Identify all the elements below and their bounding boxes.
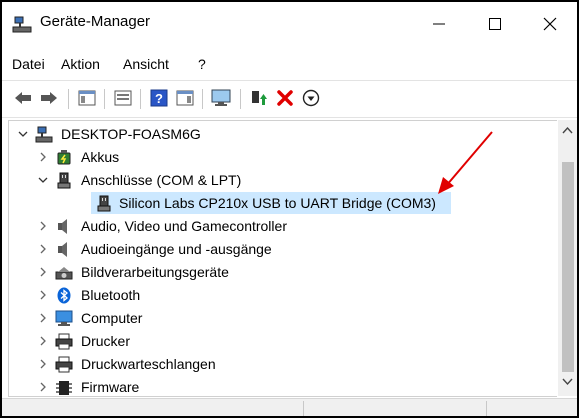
forward-icon — [41, 92, 57, 104]
scan-hardware-button[interactable] — [210, 87, 232, 109]
action-pane-icon — [176, 90, 194, 106]
device-manager-window: Geräte-Manager Datei Aktion Ansicht ? ? … — [0, 0, 579, 418]
status-bar — [2, 398, 577, 416]
tree-item-druckwarteschlangen[interactable]: Druckwarteschlangen — [9, 353, 557, 376]
tree-item-label: Computer — [81, 310, 143, 326]
chevron-down-icon[interactable] — [17, 127, 29, 141]
toolbar-separator — [240, 89, 241, 109]
printer-icon — [55, 333, 73, 350]
scroll-up-icon[interactable] — [562, 126, 573, 134]
show-hide-console-icon — [78, 90, 96, 106]
maximize-icon — [489, 18, 501, 30]
update-driver-icon — [252, 91, 267, 105]
tree-item-label: Druckwarteschlangen — [81, 356, 216, 372]
toolbar: ? — [2, 80, 577, 118]
menu-help[interactable]: ? — [198, 56, 206, 72]
vertical-scrollbar[interactable] — [558, 120, 577, 396]
menu-bar: Datei Aktion Ansicht ? — [2, 50, 577, 80]
scroll-down-icon[interactable] — [562, 378, 573, 386]
chevron-right-icon[interactable] — [37, 334, 49, 348]
back-button[interactable] — [12, 87, 34, 109]
minimize-button[interactable] — [412, 2, 466, 46]
firmware-icon — [56, 381, 72, 395]
tree-item-label: Audioeingänge und -ausgänge — [81, 241, 272, 257]
window-title: Geräte-Manager — [40, 13, 151, 30]
port-icon — [97, 195, 111, 212]
annotation-arrow — [438, 131, 493, 194]
menu-ansicht[interactable]: Ansicht — [123, 56, 169, 72]
close-icon — [543, 17, 557, 31]
menu-datei[interactable]: Datei — [12, 56, 45, 72]
disable-device-icon — [302, 89, 320, 107]
tree-item-label: Bluetooth — [81, 287, 141, 303]
forward-button[interactable] — [38, 87, 60, 109]
title-bar[interactable]: Geräte-Manager — [2, 2, 577, 46]
tree-item-label: Akkus — [81, 149, 120, 165]
close-button[interactable] — [523, 2, 577, 46]
uninstall-device-button[interactable] — [274, 87, 296, 109]
toolbar-separator — [68, 89, 69, 109]
tree-item-drucker[interactable]: Drucker — [9, 330, 557, 353]
computer-icon — [55, 310, 73, 326]
monitor-icon — [211, 89, 231, 106]
tree-item-bluetooth[interactable]: Bluetooth — [9, 284, 557, 307]
disable-device-button[interactable] — [300, 87, 322, 109]
action-pane-button[interactable] — [174, 87, 196, 109]
tree-item-audioeingaenge[interactable]: Audioeingänge und -ausgänge — [9, 238, 557, 261]
menu-aktion[interactable]: Aktion — [61, 56, 100, 72]
printer-icon — [55, 356, 73, 373]
tree-child-label: Silicon Labs CP210x USB to UART Bridge (… — [119, 195, 436, 211]
toolbar-separator — [202, 89, 203, 109]
chevron-right-icon[interactable] — [37, 242, 49, 256]
tree-item-label: Anschlüsse (COM & LPT) — [81, 172, 242, 188]
port-icon — [57, 172, 71, 189]
battery-icon — [57, 150, 71, 165]
back-icon — [15, 92, 31, 104]
chevron-right-icon[interactable] — [37, 311, 49, 325]
maximize-button[interactable] — [468, 2, 522, 46]
status-separator — [486, 401, 487, 416]
properties-button[interactable] — [112, 87, 134, 109]
toolbar-separator — [104, 89, 105, 109]
root-label: DESKTOP-FOASM6G — [61, 126, 201, 142]
speaker-icon — [58, 219, 67, 234]
chevron-right-icon[interactable] — [37, 288, 49, 302]
tree-item-label: Audio, Video und Gamecontroller — [81, 218, 287, 234]
chevron-right-icon[interactable] — [37, 219, 49, 233]
properties-icon — [114, 90, 132, 106]
toolbar-separator — [140, 89, 141, 109]
tree-item-bildverarbeitung[interactable]: Bildverarbeitungsgeräte — [9, 261, 557, 284]
tree-item-label: Firmware — [81, 379, 140, 395]
scrollbar-thumb[interactable] — [562, 162, 574, 372]
speaker-icon — [58, 242, 67, 257]
tree-item-computer[interactable]: Computer — [9, 307, 557, 330]
chevron-right-icon[interactable] — [37, 150, 49, 164]
tree-item-firmware[interactable]: Firmware — [9, 376, 557, 396]
uninstall-icon — [277, 90, 293, 106]
bluetooth-icon — [57, 287, 71, 304]
help-icon: ? — [150, 89, 168, 107]
tree-item-label: Drucker — [81, 333, 131, 349]
computer-root-icon — [35, 126, 53, 143]
chevron-right-icon[interactable] — [37, 380, 49, 394]
camera-icon — [55, 267, 73, 280]
update-driver-button[interactable] — [248, 87, 270, 109]
show-hide-console-button[interactable] — [76, 87, 98, 109]
chevron-right-icon[interactable] — [37, 357, 49, 371]
status-separator — [303, 401, 304, 416]
tree-item-audio-video[interactable]: Audio, Video und Gamecontroller — [9, 215, 557, 238]
minimize-icon — [433, 23, 445, 25]
chevron-down-icon[interactable] — [37, 173, 49, 187]
svg-text:?: ? — [155, 91, 163, 106]
device-manager-app-icon — [12, 16, 32, 33]
help-button[interactable]: ? — [148, 87, 170, 109]
tree-item-label: Bildverarbeitungsgeräte — [81, 264, 229, 280]
chevron-right-icon[interactable] — [37, 265, 49, 279]
